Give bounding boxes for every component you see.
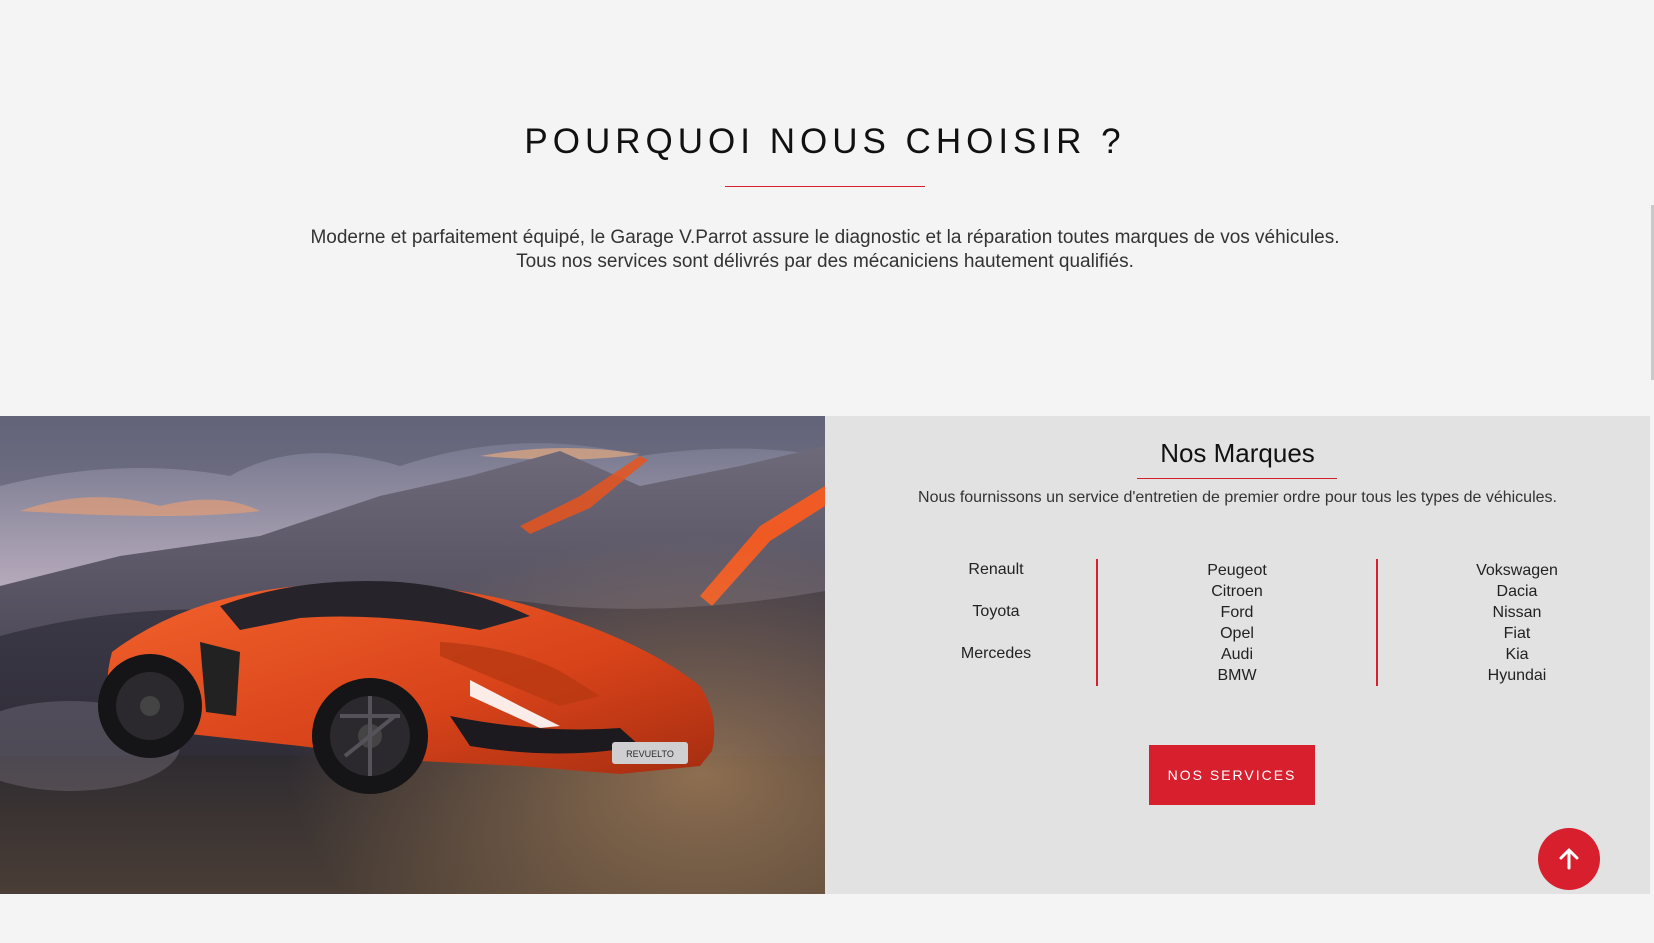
intro-line-2: Tous nos services sont délivrés par des …	[516, 251, 1134, 272]
brand-column-2: Peugeot Citroen Ford Opel Audi BMW	[1122, 560, 1352, 686]
brand-item: Fiat	[1503, 625, 1531, 642]
brand-item: Ford	[1220, 604, 1254, 621]
brand-item: Opel	[1220, 625, 1254, 642]
brand-item: Toyota	[972, 603, 1020, 620]
brands-panel: Nos Marques Nous fournissons un service …	[825, 416, 1650, 894]
brand-item: BMW	[1217, 667, 1257, 684]
brands-title: Nos Marques	[1160, 438, 1315, 468]
intro-line-1: Moderne et parfaitement équipé, le Garag…	[310, 227, 1340, 248]
brand-item: Vokswagen	[1476, 562, 1558, 579]
brands-section: REVUELTO Nos Marques Nous fournissons un…	[0, 416, 1650, 894]
title-underline	[725, 186, 925, 187]
intro-text: Moderne et parfaitement équipé, le Garag…	[0, 226, 1650, 274]
brand-item: Kia	[1505, 646, 1529, 663]
hero-car-image: REVUELTO	[0, 416, 825, 894]
brand-item: Mercedes	[960, 645, 1032, 662]
section-title: POURQUOI NOUS CHOISIR ?	[524, 122, 1126, 161]
brands-subtitle: Nous fournissons un service d'entretien …	[918, 489, 1557, 506]
brand-column-divider	[1096, 559, 1098, 686]
brand-item: Hyundai	[1487, 667, 1547, 684]
brands-title-underline	[1137, 478, 1337, 479]
services-button[interactable]: NOS SERVICES	[1149, 745, 1315, 805]
brand-column-1: Renault Toyota Mercedes	[881, 558, 1111, 684]
brand-column-3: Vokswagen Dacia Nissan Fiat Kia Hyundai	[1402, 560, 1632, 686]
arrow-up-icon	[1559, 848, 1579, 870]
back-to-top-button[interactable]	[1538, 828, 1600, 890]
page: POURQUOI NOUS CHOISIR ? Moderne et parfa…	[0, 0, 1654, 943]
why-choose-us-section: POURQUOI NOUS CHOISIR ? Moderne et parfa…	[0, 0, 1650, 415]
brand-column-divider	[1376, 559, 1378, 686]
license-plate-text: REVUELTO	[626, 749, 674, 759]
brand-item: Citroen	[1211, 583, 1263, 600]
brand-item: Audi	[1220, 646, 1254, 663]
brand-item: Nissan	[1492, 604, 1542, 621]
brand-item: Peugeot	[1207, 562, 1267, 579]
brand-item: Dacia	[1496, 583, 1538, 600]
brand-item: Renault	[968, 561, 1024, 578]
